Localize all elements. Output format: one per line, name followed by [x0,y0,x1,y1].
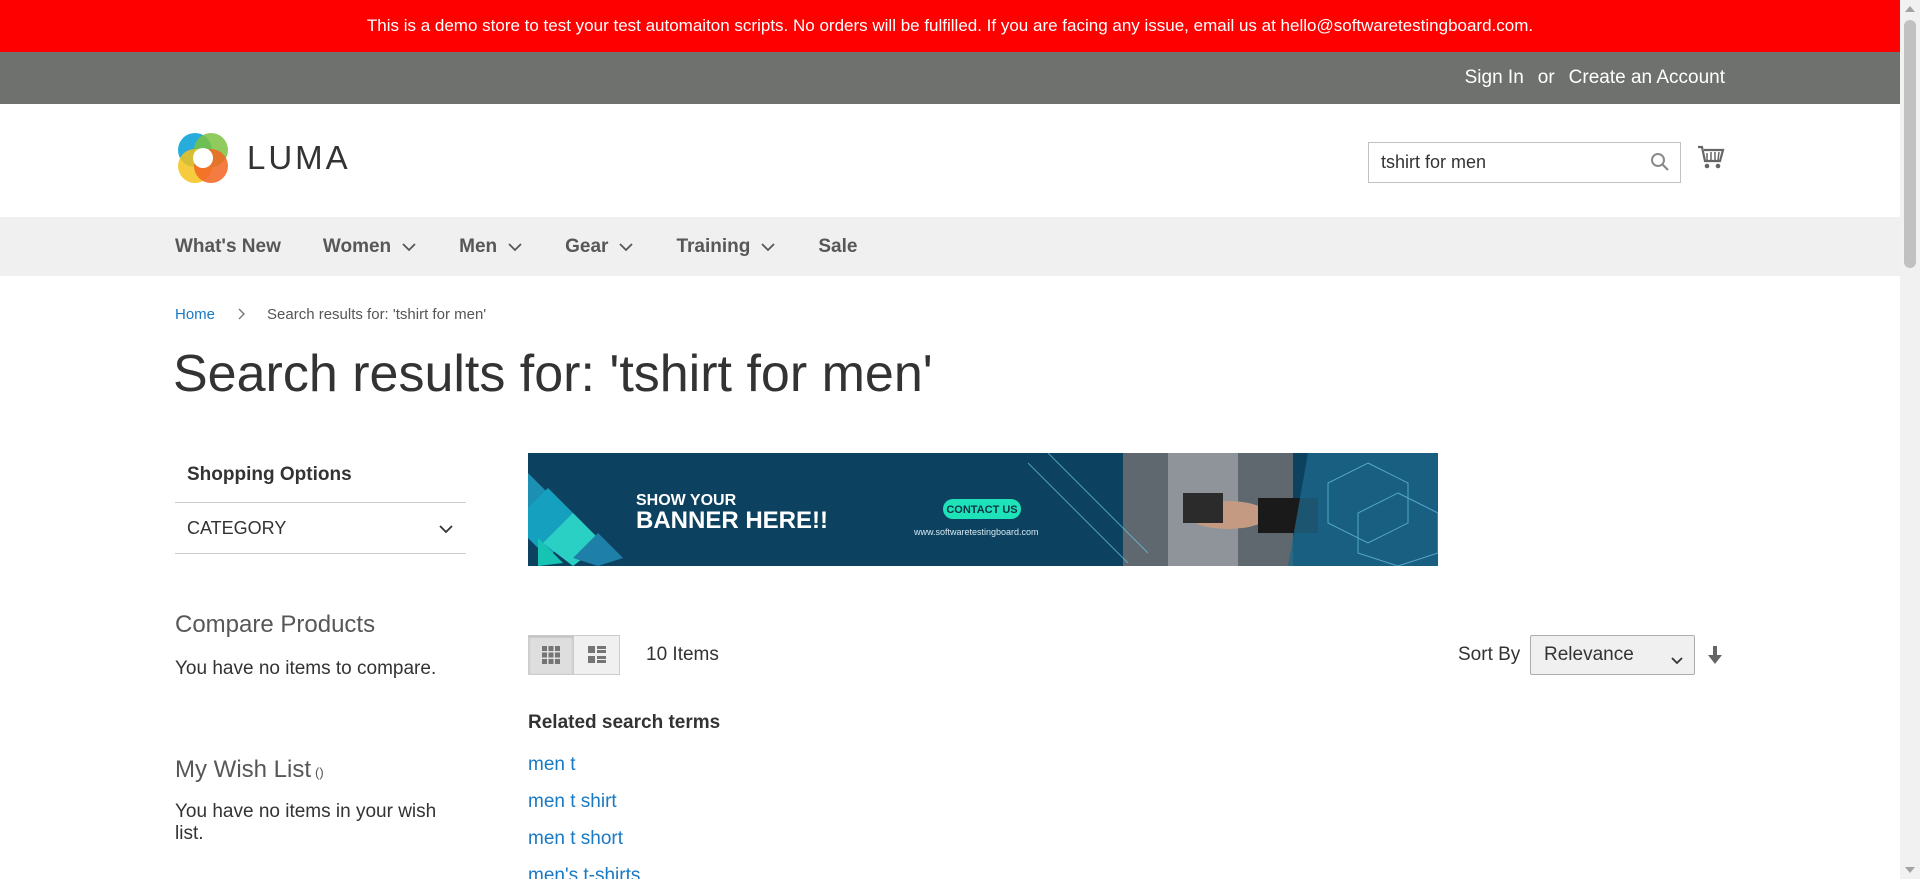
promo-banner[interactable]: SHOW YOUR BANNER HERE!! CONTACT US www.s… [528,453,1438,566]
sign-in-link[interactable]: Sign In [1465,67,1524,89]
page-title: Search results for: 'tshirt for men' [173,345,933,403]
list-item: men t shirt [528,783,720,820]
list-view-button[interactable] [574,635,620,675]
chevron-down-icon [438,518,454,539]
search-input[interactable] [1369,143,1634,182]
banner-url: www.softwaretestingboard.com [913,527,1039,537]
chevron-down-icon [618,236,634,258]
list-item: men t short [528,820,720,857]
chevron-down-icon [1670,650,1684,672]
nav-item-men[interactable]: Men [459,236,523,258]
compare-block: Compare Products You have no items to co… [175,611,436,680]
sort-by-select[interactable]: Relevance [1530,635,1695,675]
nav-item-gear[interactable]: Gear [565,236,634,258]
chevron-down-icon [401,236,417,258]
grid-view-button[interactable] [528,635,574,675]
nav-item-training[interactable]: Training [676,236,776,258]
wishlist-text: You have no items in your wish list. [175,801,437,844]
breadcrumb-current: Search results for: 'tshirt for men' [267,306,487,323]
wishlist-title: My Wish List() [175,756,466,784]
nav-item-whats-new[interactable]: What's New [175,236,281,258]
nav-label: What's New [175,235,281,257]
logo-text: LUMA [247,139,351,176]
sidebar: Shopping Options CATEGORY Compare Produc… [175,448,466,844]
nav-label: Men [459,235,498,257]
banner-graphic: SHOW YOUR BANNER HERE!! CONTACT US www.s… [528,453,1438,566]
compare-title: Compare Products [175,611,376,638]
luma-logo-icon [178,133,228,183]
cart-icon[interactable] [1697,144,1725,175]
or-text: or [1537,67,1555,88]
related-search-list: men t men t shirt men t short men's t-sh… [528,746,720,879]
scroll-down-arrow-icon[interactable] [1905,867,1915,873]
products-toolbar: 10 Items Sort By Relevance [528,635,1726,675]
header: LUMA [0,104,1900,217]
compare-text: You have no items to compare. [175,658,437,679]
nav-item-sale[interactable]: Sale [818,236,857,258]
sort-by-label: Sort By [1458,644,1521,665]
shopping-options-title: Shopping Options [187,464,352,485]
search-icon[interactable] [1650,152,1670,177]
nav-label: Gear [565,235,609,257]
sort-by-value: Relevance [1544,644,1634,665]
nav-label: Training [676,235,751,257]
banner-line2: BANNER HERE!! [636,507,828,534]
breadcrumb: Home Search results for: 'tshirt for men… [175,306,486,323]
view-mode-switcher [528,635,620,675]
wishlist-count: () [315,765,324,780]
chevron-down-icon [507,236,523,258]
create-account-link[interactable]: Create an Account [1569,67,1725,89]
nav-item-women[interactable]: Women [323,236,417,258]
banner-cta: CONTACT US [946,504,1017,516]
vertical-scrollbar[interactable] [1900,0,1920,879]
chevron-down-icon [760,236,776,258]
scrollbar-thumb[interactable] [1904,20,1916,268]
logo[interactable]: LUMA [175,130,351,186]
search-box [1368,142,1681,183]
demo-notice-bar: This is a demo store to test your test a… [0,0,1900,52]
nav-label: Women [322,235,392,257]
list-item: men's t-shirts [528,857,720,879]
related-search-title: Related search terms [528,712,721,733]
list-icon [587,646,606,663]
related-term-link[interactable]: men's t-shirts [528,865,640,879]
related-term-link[interactable]: men t shirt [528,791,617,812]
item-count: 10 Items [646,644,719,665]
related-term-link[interactable]: men t [528,754,576,775]
category-filter-label: CATEGORY [187,517,287,538]
related-search-terms: Related search terms men t men t shirt m… [528,712,720,879]
main-nav: What's New Women Men Gear Training Sale [0,217,1900,276]
nav-label: Sale [818,235,858,257]
header-links-bar: Sign In or Create an Account [0,52,1900,104]
list-item: men t [528,746,720,783]
wishlist-title-text: My Wish List [175,756,312,783]
breadcrumb-home-link[interactable]: Home [175,306,215,323]
breadcrumb-separator-icon [237,307,246,323]
scroll-up-arrow-icon[interactable] [1905,6,1915,12]
wishlist-block: My Wish List() You have no items in your… [175,756,466,845]
related-term-link[interactable]: men t short [528,828,623,849]
category-filter[interactable]: CATEGORY [175,502,466,554]
demo-notice-text: This is a demo store to test your test a… [366,16,1534,35]
grid-icon [542,646,560,664]
sort-direction-arrow-icon[interactable] [1708,645,1722,670]
